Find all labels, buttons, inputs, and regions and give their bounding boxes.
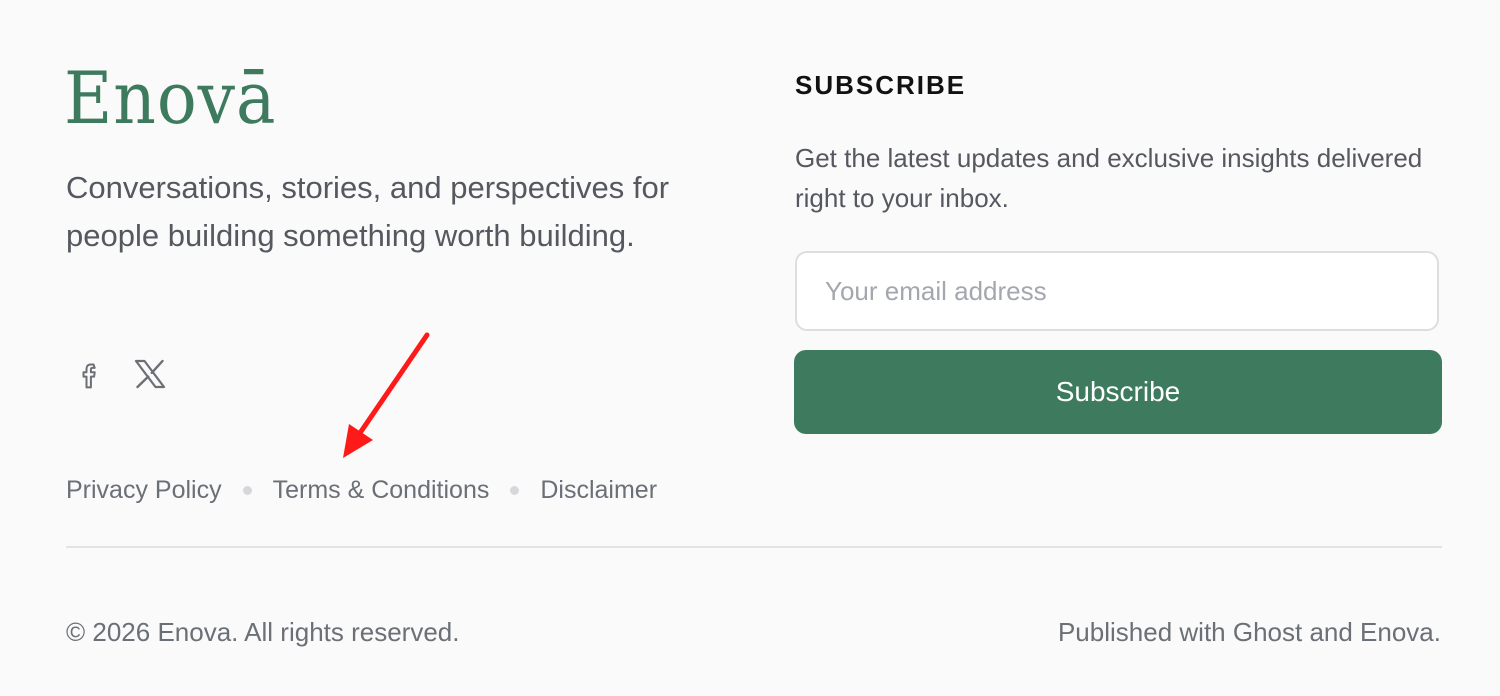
email-input[interactable]: [795, 251, 1439, 331]
legal-links: Privacy Policy Terms & Conditions Discla…: [66, 474, 657, 506]
separator-dot: [242, 485, 252, 495]
terms-conditions-link[interactable]: Terms & Conditions: [273, 474, 490, 506]
subscribe-description: Get the latest updates and exclusive ins…: [795, 143, 1423, 213]
social-links: [72, 356, 168, 392]
copyright-text: © 2026 Enova. All rights reserved.: [66, 617, 460, 647]
privacy-policy-link[interactable]: Privacy Policy: [66, 474, 222, 506]
subscribe-button[interactable]: Subscribe: [794, 350, 1442, 434]
brand-tagline: Conversations, stories, and perspectives…: [66, 170, 670, 253]
published-with-text: Published with Ghost and Enova.: [1057, 617, 1441, 647]
subscribe-title: SUBSCRIBE: [795, 70, 967, 100]
disclaimer-link[interactable]: Disclaimer: [540, 474, 657, 506]
facebook-icon[interactable]: [72, 356, 108, 392]
x-twitter-icon[interactable]: [132, 356, 168, 392]
separator-dot: [510, 485, 520, 495]
brand-logo[interactable]: Enovā: [64, 58, 276, 138]
footer-divider: [66, 546, 1442, 548]
